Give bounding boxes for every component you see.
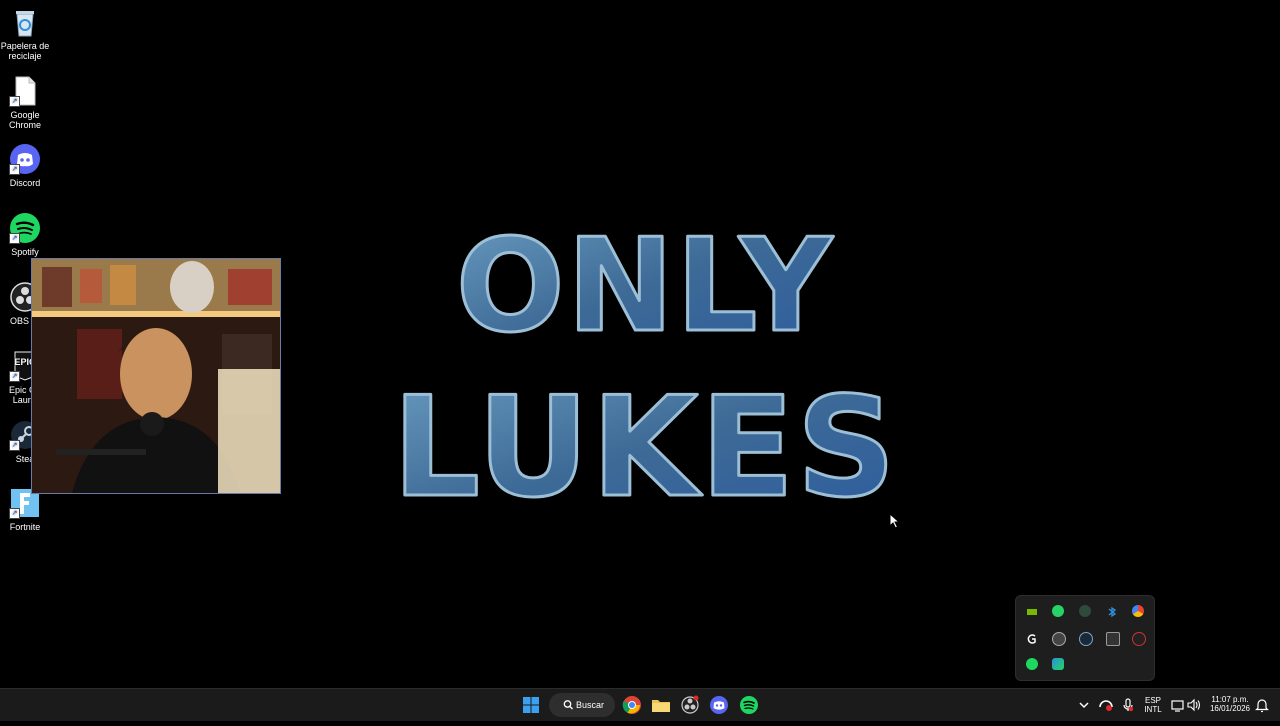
search-label: Buscar (576, 700, 605, 710)
clock-time: 11:07 p.m. (1211, 695, 1249, 704)
desktop-icon-spotify[interactable]: ↗ Spotify (0, 212, 50, 257)
multicolor-app-icon[interactable] (1132, 605, 1144, 617)
chrome-icon (622, 696, 641, 714)
shortcut-arrow-icon: ↗ (9, 96, 20, 107)
desktop-icon-recycle-bin[interactable]: Papelera de reciclaje (0, 6, 50, 61)
wallpaper-line1: ONLY (456, 212, 834, 361)
webcam-overlay (31, 258, 281, 494)
taskbar-discord[interactable] (707, 693, 731, 717)
desktop-icon-label: Google Chrome (8, 110, 41, 130)
volume-icon[interactable] (1182, 693, 1206, 717)
chevron-down-icon (1079, 702, 1089, 709)
tray-overflow-popup (1015, 595, 1155, 681)
notifications-button[interactable] (1252, 693, 1272, 717)
shortcut-arrow-icon: ↗ (9, 233, 20, 244)
language-code: ESP (1144, 696, 1161, 705)
discord-icon (710, 696, 728, 714)
bell-icon (1255, 699, 1269, 713)
desktop: Papelera de reciclaje ↗ Google Chrome ↗ … (0, 0, 1280, 688)
obs-icon (681, 695, 699, 714)
search-icon (563, 693, 573, 726)
shortcut-arrow-icon: ↗ (9, 440, 20, 451)
wallpaper-line2: LUKES (392, 367, 898, 528)
taskbar-obs[interactable] (678, 693, 702, 717)
taskbar: Buscar ESP INTL 11:07 p.m. 16/01/2026 (0, 688, 1280, 721)
start-button[interactable] (519, 693, 543, 717)
obs-tray-icon[interactable] (1132, 632, 1146, 646)
epic-tray-icon[interactable] (1106, 632, 1120, 646)
clock[interactable]: 11:07 p.m. 16/01/2026 (1204, 695, 1256, 713)
mouse-cursor-icon (889, 512, 901, 534)
logitech-g-icon[interactable] (1026, 632, 1038, 644)
taskbar-chrome[interactable] (620, 693, 644, 717)
language-indicator[interactable]: ESP INTL (1140, 696, 1166, 714)
spotify-tray-icon[interactable] (1026, 658, 1038, 670)
nvidia-icon[interactable] (1026, 605, 1038, 617)
cloud-app-icon[interactable] (1052, 658, 1064, 670)
desktop-icon-label: Papelera de reciclaje (0, 41, 50, 61)
taskbar-spotify[interactable] (737, 693, 761, 717)
wallpaper-logo: ONLY LUKES (390, 190, 900, 530)
microphone-icon[interactable] (1116, 693, 1140, 717)
chrome-file-icon: ↗ (9, 75, 41, 107)
spotify-icon (740, 696, 758, 714)
bluetooth-icon[interactable] (1106, 605, 1118, 618)
recycle-bin-icon (9, 6, 41, 38)
tray-app-icon[interactable] (1094, 693, 1118, 717)
shortcut-arrow-icon: ↗ (9, 508, 20, 519)
keyboard-layout: INTL (1144, 705, 1162, 714)
folder-icon (652, 700, 670, 712)
shortcut-arrow-icon: ↗ (9, 164, 20, 175)
steam-tray-icon[interactable] (1079, 632, 1093, 646)
desktop-icon-google-chrome[interactable]: ↗ Google Chrome (0, 75, 50, 130)
desktop-icon-label: Fortnite (9, 522, 41, 532)
show-hidden-icons-button[interactable] (1072, 693, 1096, 717)
desktop-icon-discord[interactable]: ↗ Discord (0, 143, 50, 188)
taskbar-file-explorer[interactable] (649, 693, 673, 717)
search-button[interactable]: Buscar (549, 693, 615, 717)
green-app-icon[interactable] (1079, 605, 1091, 617)
spotify-icon: ↗ (9, 212, 41, 244)
shortcut-arrow-icon: ↗ (9, 371, 20, 382)
discord-icon: ↗ (9, 143, 41, 175)
desktop-icon-label: Discord (9, 178, 41, 188)
clock-date: 16/01/2026 (1209, 704, 1251, 713)
windows-logo-icon (523, 697, 539, 713)
desktop-icon-label: Spotify (11, 247, 39, 257)
menu-circle-icon[interactable] (1052, 632, 1066, 646)
whatsapp-icon[interactable] (1052, 605, 1064, 617)
